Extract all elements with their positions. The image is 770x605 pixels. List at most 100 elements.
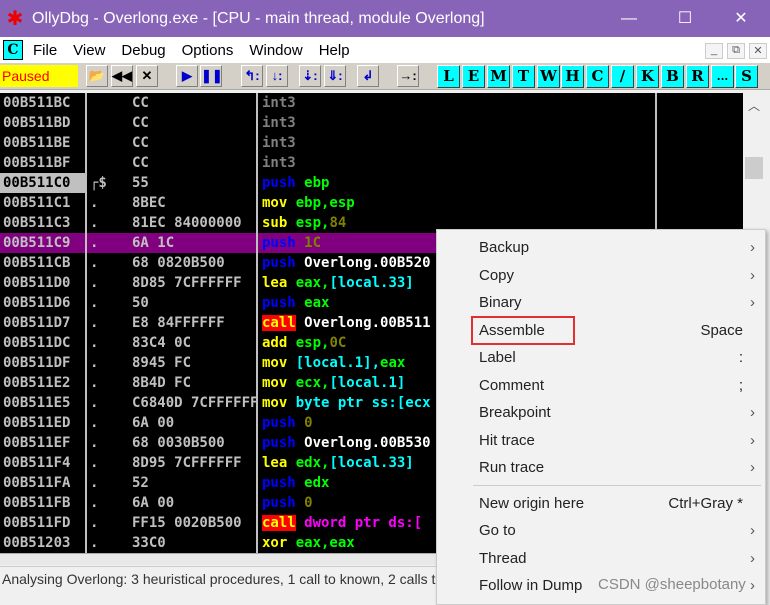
disasm-row[interactable]: 00B511BF CC int3 — [0, 153, 743, 173]
source-window-button[interactable]: S — [735, 65, 758, 88]
context-menu-item-hit-trace[interactable]: Hit trace › — [437, 427, 765, 454]
close-program-icon[interactable]: ✕ — [136, 65, 158, 87]
menu-item-label: New origin here — [479, 494, 585, 512]
address: 00B511BE — [3, 135, 71, 151]
hex-dump: E8 84FFFFFF — [132, 315, 225, 331]
jump-marker: . — [90, 475, 99, 491]
instruction-token: 0C — [329, 335, 347, 351]
address: 00B511E2 — [3, 375, 71, 391]
breakpoints-window-button[interactable]: B — [661, 65, 684, 88]
disasm-row[interactable]: 00B511C0 ┌$ 55 push ebp — [0, 173, 743, 193]
minimize-button[interactable]: — — [606, 0, 652, 37]
instruction-token: push — [262, 235, 305, 251]
step-over-icon[interactable]: ↓: — [266, 65, 288, 87]
address: 00B511C1 — [3, 195, 71, 211]
menu-window[interactable]: Window — [249, 42, 302, 59]
menu-item-shortcut: Space — [700, 321, 743, 339]
modules-window-button[interactable]: E — [462, 65, 485, 88]
context-menu-item-assemble[interactable]: Assemble Space — [437, 315, 765, 345]
instruction-token: push — [262, 295, 305, 311]
menu-item-label: Copy — [479, 266, 515, 284]
instruction: mov ebp,esp — [262, 193, 655, 213]
instruction: int3 — [262, 113, 655, 133]
go-to-origin-icon[interactable]: →: — [397, 65, 419, 87]
menu-separator — [473, 484, 761, 486]
context-menu-item-comment[interactable]: Comment; — [437, 372, 765, 399]
trace-into-icon[interactable]: ⇣: — [299, 65, 321, 87]
instruction: push ebp — [262, 173, 655, 193]
windows-window-button[interactable]: W — [537, 65, 560, 88]
restart-icon[interactable]: ◀◀ — [111, 65, 133, 87]
menu-file[interactable]: File — [33, 42, 57, 59]
instruction-token: push — [262, 475, 305, 491]
trace-over-icon[interactable]: ⇓: — [324, 65, 346, 87]
run-trace-window-button[interactable]: ... — [711, 65, 734, 88]
disasm-row[interactable]: 00B511BD CC int3 — [0, 113, 743, 133]
address: 00B511DC — [3, 335, 71, 351]
instruction-token: int3 — [262, 95, 296, 111]
maximize-button[interactable]: ☐ — [662, 0, 708, 37]
threads-window-button[interactable]: T — [512, 65, 535, 88]
memory-window-button[interactable]: M — [487, 65, 510, 88]
context-menu-item-go-to[interactable]: Go to › — [437, 517, 765, 544]
mdi-restore-button[interactable]: ⧉ — [727, 43, 745, 59]
menu-options[interactable]: Options — [182, 42, 234, 59]
disasm-row[interactable]: 00B511BE CC int3 — [0, 133, 743, 153]
jump-marker: . — [90, 315, 99, 331]
handles-window-button[interactable]: H — [561, 65, 584, 88]
instruction-token: sub — [262, 215, 296, 231]
run-icon[interactable]: ▶ — [176, 65, 198, 87]
disasm-row[interactable]: 00B511BC CC int3 — [0, 93, 743, 113]
hex-dump: CC — [132, 95, 149, 111]
hex-dump: 68 0030B500 — [132, 435, 225, 451]
address: 00B511FB — [3, 495, 71, 511]
context-menu-item-run-trace[interactable]: Run trace › — [437, 454, 765, 481]
menu-item-shortcut: : — [738, 349, 743, 366]
instruction-token: ebp,esp — [295, 195, 355, 211]
instruction-token: lea — [262, 455, 296, 471]
disasm-row[interactable]: 00B511C1 . 8BEC mov ebp,esp — [0, 193, 743, 213]
column-divider[interactable] — [85, 93, 87, 553]
context-menu-item-copy[interactable]: Copy › — [437, 262, 765, 289]
scroll-thumb[interactable] — [745, 157, 763, 179]
instruction-token: push — [262, 255, 305, 271]
patches-window-button[interactable]: / — [611, 65, 634, 88]
context-menu-item-thread[interactable]: Thread › — [437, 545, 765, 572]
close-button[interactable]: ✕ — [718, 0, 764, 37]
jump-marker: . — [90, 295, 99, 311]
submenu-chevron-icon: › — [750, 294, 755, 311]
pause-icon[interactable]: ❚❚ — [200, 65, 223, 87]
call-stack-window-button[interactable]: K — [636, 65, 659, 88]
menu-view[interactable]: View — [73, 42, 105, 59]
menu-item-label: Label — [479, 349, 516, 366]
context-menu-item-label[interactable]: Label: — [437, 344, 765, 371]
column-divider[interactable] — [256, 93, 258, 553]
instruction-token: edx — [304, 475, 330, 491]
address: 00B511EF — [3, 435, 71, 451]
ollydbg-logo-icon: ✱ — [6, 7, 24, 30]
address: 00B511C9 — [3, 235, 71, 251]
log-window-button[interactable]: L — [437, 65, 460, 88]
open-icon[interactable]: 📂 — [86, 65, 108, 87]
instruction-token: int3 — [262, 135, 296, 151]
cpu-window-icon[interactable]: C — [3, 40, 23, 60]
mdi-close-button[interactable]: ✕ — [749, 43, 767, 59]
instruction-token: [local.1], — [295, 355, 381, 371]
scroll-up-icon[interactable]: ︿ — [743, 97, 765, 114]
menu-item-label: Follow in Dump — [479, 577, 583, 594]
step-into-icon[interactable]: ↰: — [241, 65, 263, 87]
cpu-window-button[interactable]: C — [586, 65, 609, 88]
context-menu-item-backup[interactable]: Backup › — [437, 234, 765, 261]
execute-till-return-icon[interactable]: ↲ — [357, 65, 379, 87]
jump-marker: . — [90, 355, 99, 371]
context-menu-item-binary[interactable]: Binary › — [437, 289, 765, 316]
menu-item-label: Go to — [479, 522, 516, 539]
menu-debug[interactable]: Debug — [121, 42, 165, 59]
references-window-button[interactable]: R — [686, 65, 709, 88]
mdi-minimize-button[interactable]: _ — [705, 43, 723, 59]
submenu-chevron-icon: › — [750, 266, 755, 284]
menu-help[interactable]: Help — [319, 42, 350, 59]
context-menu-item-new-origin-here[interactable]: New origin here Ctrl+Gray * — [437, 490, 765, 517]
jump-marker: . — [90, 195, 99, 211]
context-menu-item-breakpoint[interactable]: Breakpoint › — [437, 399, 765, 426]
